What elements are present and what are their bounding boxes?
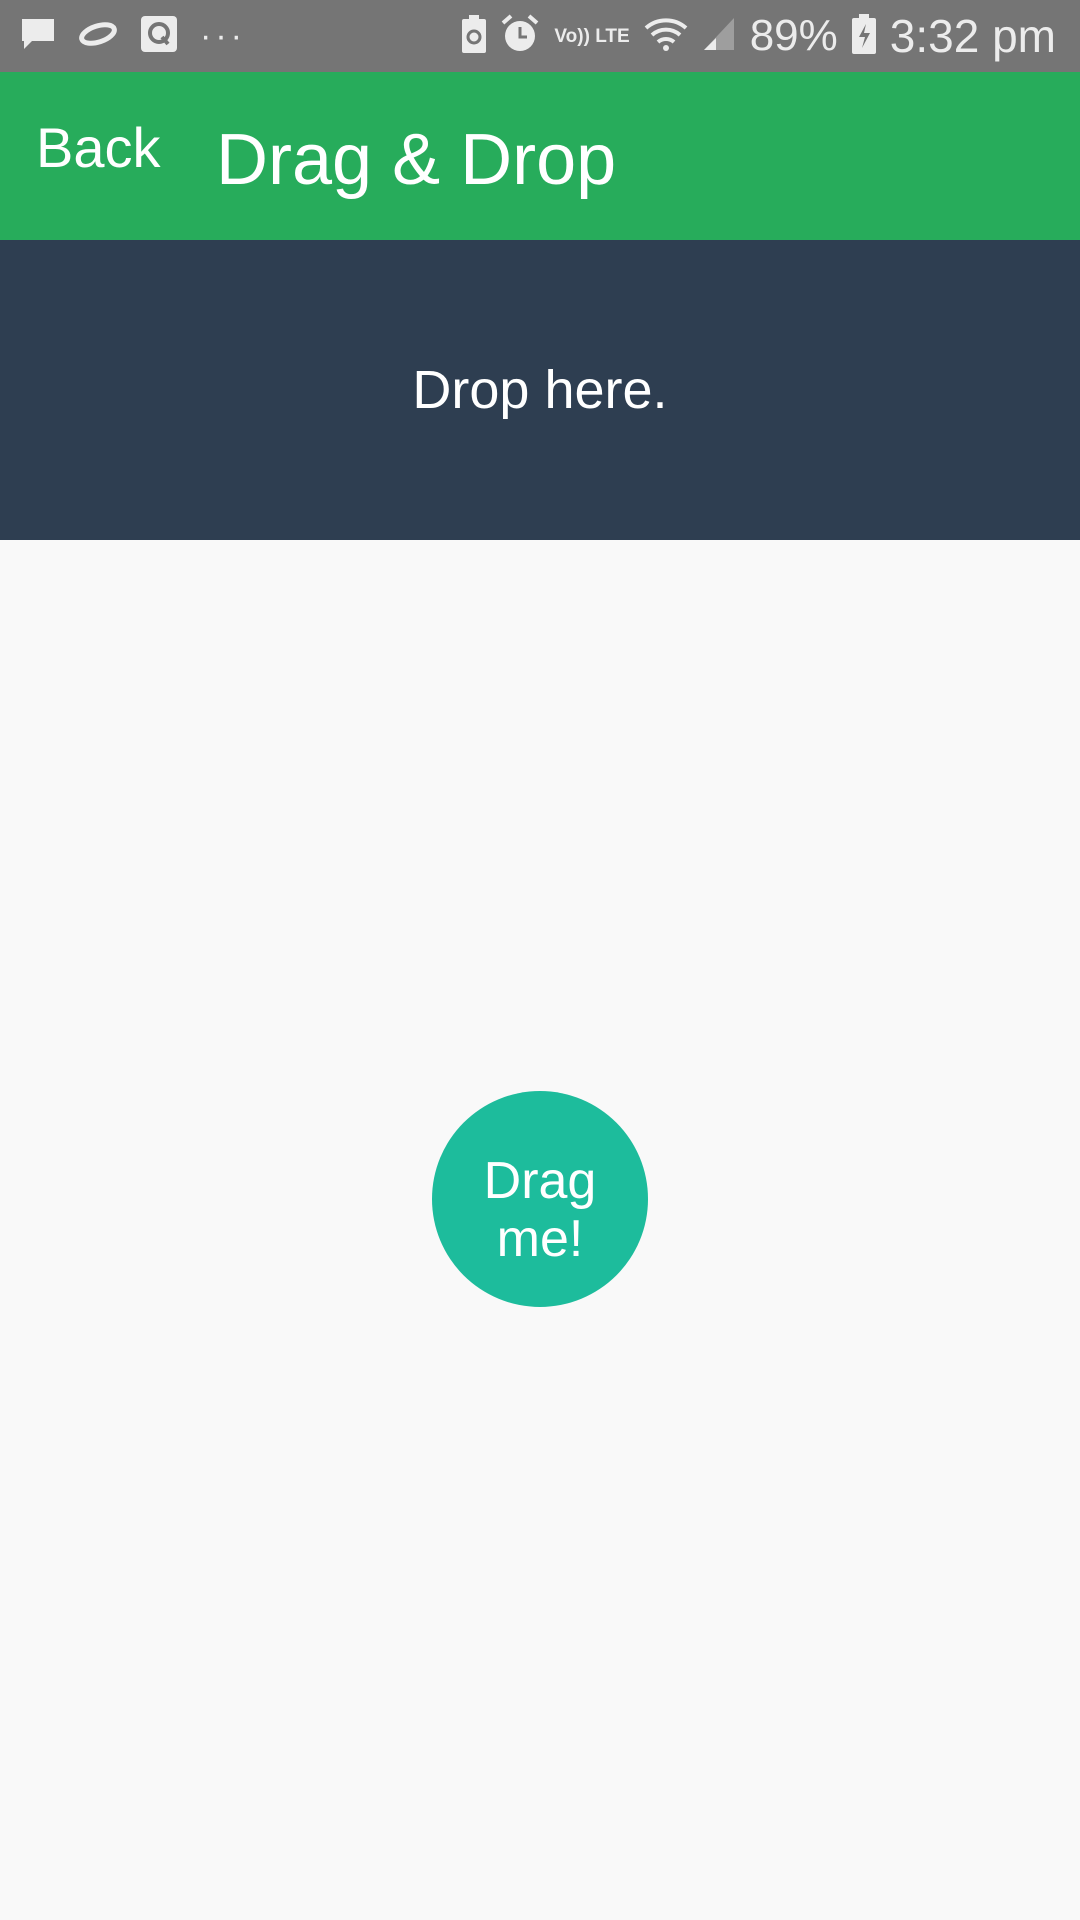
draggable-label: Drag me! — [483, 1152, 597, 1268]
volte-icon: Vo)) LTE — [554, 25, 630, 47]
back-button[interactable]: Back — [36, 116, 161, 180]
page-title: Drag & Drop — [216, 120, 617, 200]
drop-zone-label: Drop here. — [412, 360, 668, 420]
wifi-icon — [644, 16, 688, 57]
alarm-icon — [500, 13, 540, 59]
drop-zone[interactable]: Drop here. — [0, 240, 1080, 540]
clock: 3:32 pm — [889, 10, 1056, 62]
status-bar: ··· Vo)) LTE 89% 3:32 pm — [0, 0, 1080, 72]
battery-charging-icon — [851, 13, 876, 59]
status-bar-right: Vo)) LTE 89% 3:32 pm — [448, 10, 1056, 62]
q-app-icon — [140, 15, 178, 58]
more-dots-icon: ··· — [200, 17, 246, 55]
draggable-circle[interactable]: Drag me! — [432, 1091, 648, 1307]
signal-icon — [702, 16, 736, 57]
app-bar: Back Drag & Drop — [0, 72, 1080, 240]
message-icon — [20, 17, 56, 56]
link-icon — [78, 21, 118, 52]
battery-percent: 89% — [749, 11, 838, 60]
status-bar-left: ··· — [20, 15, 268, 58]
battery-saver-icon — [462, 14, 487, 58]
